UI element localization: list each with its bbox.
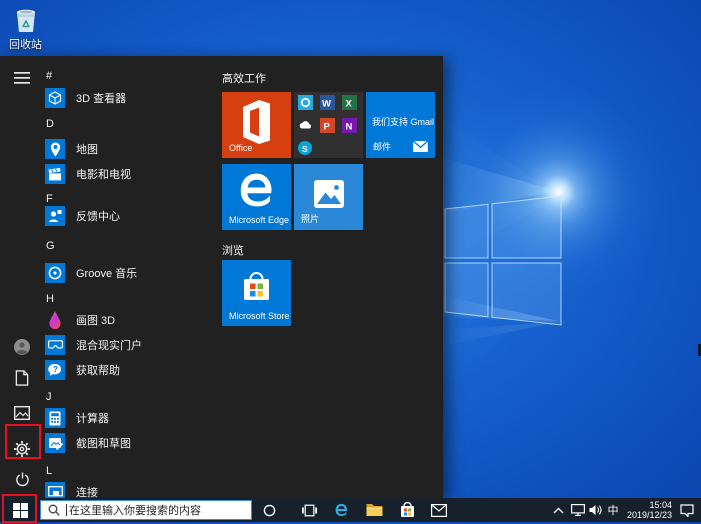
- section-letter[interactable]: D: [46, 118, 54, 130]
- network-icon: [571, 504, 585, 516]
- store-taskbar-icon: [400, 502, 415, 518]
- text-caret: [66, 504, 67, 516]
- cortana-icon: [263, 504, 276, 517]
- file-explorer-button[interactable]: [361, 498, 387, 522]
- app-item-feedback-hub[interactable]: 反馈中心: [45, 206, 120, 226]
- search-icon: [48, 504, 60, 516]
- svg-text:W: W: [322, 99, 331, 110]
- taskbar: 在这里输入你要搜索的内容: [0, 498, 701, 522]
- onenote-icon: N: [342, 118, 357, 133]
- edge-taskbar-icon: [333, 502, 350, 519]
- power-icon: [15, 472, 30, 487]
- 3d-viewer-icon: [45, 88, 65, 108]
- feedback-hub-icon: [45, 206, 65, 226]
- section-letter[interactable]: #: [46, 70, 52, 82]
- app-item-paint-3d[interactable]: 画图 3D: [45, 310, 115, 330]
- tray-time: 15:04: [649, 500, 672, 510]
- user-account-button[interactable]: [8, 333, 36, 361]
- tile-photos[interactable]: 照片: [294, 164, 363, 230]
- document-icon: [15, 370, 29, 386]
- file-explorer-icon: [366, 503, 383, 517]
- taskbar-edge-button[interactable]: [328, 498, 354, 522]
- word-icon: W: [320, 95, 335, 110]
- tile-group-title[interactable]: 高效工作: [222, 70, 266, 86]
- get-help-icon: ?: [45, 360, 65, 380]
- app-item-get-help[interactable]: ? 获取帮助: [45, 360, 120, 380]
- section-letter[interactable]: L: [46, 465, 52, 477]
- recycle-bin-icon: [12, 5, 40, 35]
- mixed-reality-icon: [45, 335, 65, 355]
- volume-icon: [589, 504, 603, 516]
- hamburger-icon: [14, 72, 30, 84]
- cortana-button[interactable]: [256, 498, 282, 522]
- app-item-groove-music[interactable]: Groove 音乐: [45, 263, 137, 283]
- pictures-icon: [14, 406, 30, 420]
- skype-icon: S: [298, 141, 312, 155]
- mail-taskbar-icon: [431, 504, 447, 517]
- mail-promo-text: 我们支持 Gmail: [372, 115, 434, 128]
- svg-text:X: X: [346, 99, 353, 110]
- user-avatar-icon: [14, 339, 30, 355]
- taskbar-clock[interactable]: 15:04 2019/12/23: [627, 498, 672, 522]
- pictures-button[interactable]: [8, 399, 36, 427]
- tile-edge[interactable]: Microsoft Edge: [222, 164, 291, 230]
- calculator-icon: [45, 408, 65, 428]
- powerpoint-icon: P: [320, 118, 335, 133]
- section-letter[interactable]: H: [46, 293, 54, 305]
- movies-tv-icon: [45, 164, 65, 184]
- tile-office[interactable]: Office: [222, 92, 291, 158]
- highlight-start-box: [2, 494, 37, 523]
- svg-text:?: ?: [53, 365, 58, 374]
- menu-expand-button[interactable]: [8, 64, 36, 92]
- app-item-mixed-reality-portal[interactable]: 混合现实门户: [45, 335, 142, 355]
- desktop: 回收站: [0, 0, 701, 524]
- svg-text:P: P: [324, 122, 331, 133]
- recycle-bin-label: 回收站: [0, 36, 51, 52]
- tray-date: 2019/12/23: [627, 510, 672, 520]
- svg-text:N: N: [346, 122, 353, 133]
- taskbar-mail-button[interactable]: [426, 498, 452, 522]
- tray-expand-button[interactable]: [549, 498, 567, 522]
- excel-icon: X: [342, 95, 357, 110]
- chevron-up-icon: [553, 507, 564, 514]
- taskbar-store-button[interactable]: [394, 498, 420, 522]
- ime-indicator[interactable]: 中: [603, 498, 623, 522]
- tile-store[interactable]: Microsoft Store: [222, 260, 291, 326]
- paint-3d-icon: [45, 310, 65, 330]
- power-button[interactable]: [8, 465, 36, 493]
- highlight-settings-box: [5, 424, 41, 459]
- outlook-icon: [298, 95, 313, 110]
- mail-envelope-icon: [413, 141, 428, 152]
- app-item-3d-viewer[interactable]: 3D 查看器: [45, 88, 126, 108]
- snip-sketch-icon: [45, 433, 65, 453]
- section-letter[interactable]: G: [46, 240, 55, 252]
- section-letter[interactable]: F: [46, 193, 53, 205]
- app-item-movies-tv[interactable]: 电影和电视: [45, 164, 131, 184]
- task-view-icon: [302, 504, 317, 517]
- svg-text:S: S: [302, 144, 308, 154]
- action-center-icon: [680, 504, 694, 517]
- section-letter[interactable]: J: [46, 391, 52, 403]
- documents-button[interactable]: [8, 364, 36, 392]
- app-item-maps[interactable]: 地图: [45, 139, 98, 159]
- app-item-calculator[interactable]: 计算器: [45, 408, 109, 428]
- action-center-button[interactable]: [675, 498, 699, 522]
- tile-group-title[interactable]: 浏览: [222, 242, 244, 258]
- tile-office-group[interactable]: W X P N S: [294, 92, 363, 158]
- taskbar-search-box[interactable]: 在这里输入你要搜索的内容: [40, 500, 252, 520]
- groove-music-icon: [45, 263, 65, 283]
- maps-icon: [45, 139, 65, 159]
- network-tray-button[interactable]: [568, 498, 588, 522]
- app-item-snip-sketch[interactable]: 截图和草图: [45, 433, 131, 453]
- start-menu: # D F G H J L 3D 查看器 地图: [0, 56, 443, 498]
- tile-mail[interactable]: 我们支持 Gmail 邮件: [366, 92, 435, 158]
- onedrive-icon: [298, 118, 313, 133]
- task-view-button[interactable]: [296, 498, 322, 522]
- search-placeholder: 在这里输入你要搜索的内容: [69, 502, 201, 518]
- recycle-bin[interactable]: 回收站: [0, 5, 51, 52]
